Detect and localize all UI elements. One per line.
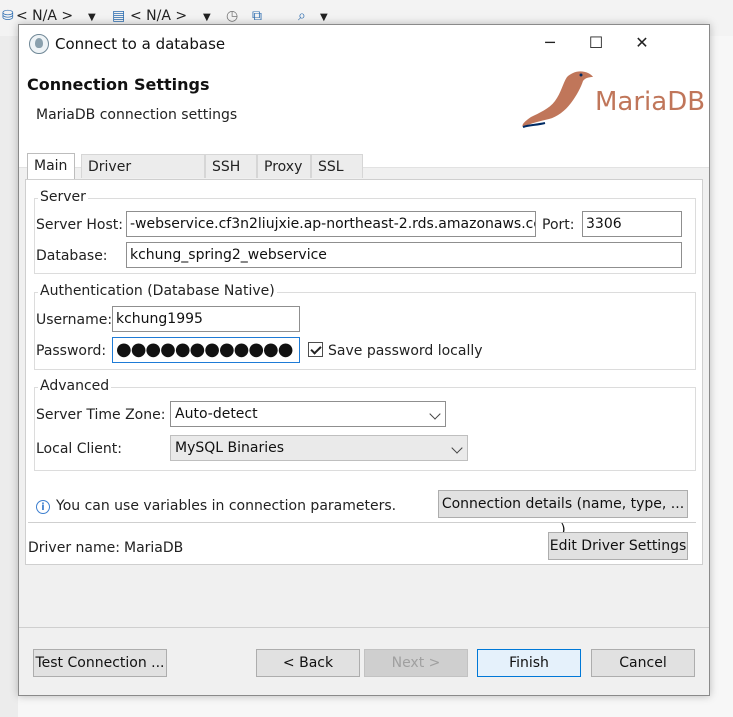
connect-dialog: Connect to a database ─ ☐ ✕ Connection S… <box>18 24 710 696</box>
driver-name-value: MariaDB <box>124 540 184 556</box>
page-title: Connection Settings <box>27 75 210 94</box>
password-input[interactable]: ●●●●●●●●●●●● <box>112 337 300 363</box>
background-left-panel <box>0 36 19 717</box>
next-button: Next > <box>364 649 468 677</box>
advanced-group-label: Advanced <box>38 378 112 394</box>
local-client-select[interactable]: MySQL Binaries <box>170 435 468 461</box>
footer-divider <box>19 627 709 628</box>
auth-group-label: Authentication (Database Native) <box>38 283 277 299</box>
tab-driver-properties[interactable]: Driver properties <box>81 154 205 199</box>
minimize-button[interactable]: ─ <box>527 25 573 61</box>
connection-details-button[interactable]: Connection details (name, type, ... ) <box>438 490 688 538</box>
background-bottom-area <box>18 696 708 717</box>
tab-main[interactable]: Main <box>27 153 75 179</box>
driver-name-label: Driver name: <box>28 540 120 556</box>
tab-ssl[interactable]: SSL <box>311 154 363 178</box>
toolbar-combo-datasource[interactable]: < N/A > <box>16 8 73 24</box>
username-label: Username: <box>36 312 113 328</box>
username-input[interactable]: kchung1995 <box>112 306 300 332</box>
sea-lion-icon <box>522 71 593 128</box>
dbeaver-app-icon <box>29 34 49 54</box>
clock-icon[interactable]: ◷ <box>226 8 238 24</box>
maximize-button[interactable]: ☐ <box>573 25 619 61</box>
chevron-down-icon[interactable]: ▼ <box>88 12 96 23</box>
local-client-value: MySQL Binaries <box>175 440 285 456</box>
port-label: Port: <box>542 217 575 233</box>
toolbar-combo-schema[interactable]: < N/A > <box>130 8 187 24</box>
port-input[interactable]: 3306 <box>582 211 682 237</box>
chevron-down-icon <box>451 442 463 454</box>
tab-ssh[interactable]: SSH <box>205 154 257 178</box>
network-icon[interactable]: ⧉ <box>252 8 262 24</box>
database-label: Database: <box>36 248 108 264</box>
divider <box>28 522 696 523</box>
background-right-panel <box>708 36 733 717</box>
logo-wordmark: MariaDB <box>595 87 706 117</box>
chevron-down-icon <box>429 408 441 420</box>
mariadb-logo: MariaDB <box>515 65 707 133</box>
save-password-checkbox[interactable] <box>308 342 323 357</box>
database-input[interactable]: kchung_spring2_webservice <box>126 242 682 268</box>
database-icon[interactable]: ⛁ <box>2 8 14 24</box>
back-button[interactable]: < Back <box>256 649 360 677</box>
title-bar[interactable]: Connect to a database ─ ☐ ✕ <box>19 25 709 63</box>
chevron-down-icon[interactable]: ▼ <box>320 12 328 23</box>
chevron-down-icon[interactable]: ▼ <box>203 12 211 23</box>
save-password-label[interactable]: Save password locally <box>328 343 483 359</box>
close-button[interactable]: ✕ <box>619 25 665 61</box>
timezone-select[interactable]: Auto-detect <box>170 401 446 427</box>
timezone-label: Server Time Zone: <box>36 407 166 423</box>
local-client-label: Local Client: <box>36 441 122 457</box>
cancel-button[interactable]: Cancel <box>591 649 695 677</box>
edit-driver-settings-button[interactable]: Edit Driver Settings <box>548 532 688 560</box>
info-icon: i <box>36 500 50 514</box>
server-group-label: Server <box>38 189 88 205</box>
timezone-value: Auto-detect <box>175 406 258 422</box>
server-host-input[interactable]: -webservice.cf3n2liujxie.ap-northeast-2.… <box>126 211 536 237</box>
server-host-label: Server Host: <box>36 217 123 233</box>
test-connection-button[interactable]: Test Connection ... <box>33 649 167 677</box>
main-tab-panel: Server Server Host: -webservice.cf3n2liu… <box>25 179 703 565</box>
tab-proxy[interactable]: Proxy <box>257 154 311 178</box>
password-label: Password: <box>36 343 107 359</box>
header-band: Connection Settings MariaDB connection s… <box>19 63 709 168</box>
search-icon[interactable]: ⌕ <box>298 8 306 24</box>
window-title: Connect to a database <box>55 35 226 53</box>
page-subtitle: MariaDB connection settings <box>36 107 238 123</box>
schema-icon[interactable]: ▤ <box>112 8 125 24</box>
variables-info-text: You can use variables in connection para… <box>56 498 397 514</box>
finish-button[interactable]: Finish <box>477 649 581 677</box>
